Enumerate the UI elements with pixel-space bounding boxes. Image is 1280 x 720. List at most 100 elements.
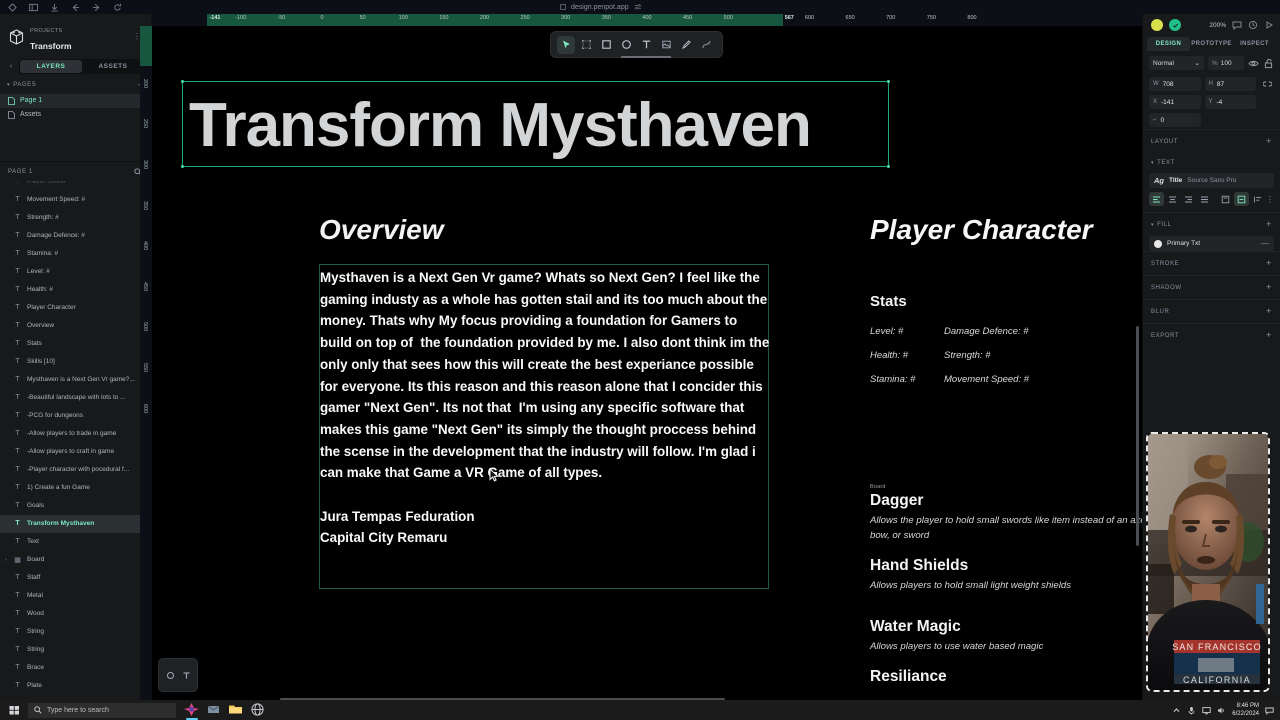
- skill-name[interactable]: Resiliance: [870, 668, 1142, 686]
- layer-item[interactable]: T String: [0, 641, 151, 659]
- stats-heading[interactable]: Stats: [870, 293, 907, 310]
- tab-prototype[interactable]: PROTOTYPE: [1190, 37, 1233, 51]
- stat-label-left[interactable]: Stamina: #: [870, 374, 944, 385]
- path-tool[interactable]: [697, 36, 715, 54]
- volume-icon[interactable]: [1217, 706, 1226, 715]
- play-icon[interactable]: [1264, 20, 1274, 30]
- back-icon[interactable]: [71, 3, 80, 12]
- layer-item[interactable]: T Level: #: [0, 263, 151, 281]
- skill-description[interactable]: Allows players to hold small light weigh…: [870, 579, 1142, 594]
- skill-name[interactable]: Dagger: [870, 492, 1142, 510]
- skill-description[interactable]: Allows players to use water based magic: [870, 640, 1142, 655]
- typography-row[interactable]: Ag Title Source Sans Pro: [1149, 173, 1274, 188]
- board-tool[interactable]: [577, 36, 595, 54]
- tab-assets[interactable]: ASSETS: [82, 60, 144, 73]
- layer-item[interactable]: T 1) Create a fun Game: [0, 479, 151, 497]
- monitor-icon[interactable]: [1202, 706, 1211, 715]
- expand-icon[interactable]: ›: [5, 557, 7, 563]
- browser-tab-info[interactable]: design.penpot.app: [560, 0, 642, 14]
- layer-item[interactable]: T Skills [10]: [0, 353, 151, 371]
- section-text[interactable]: ▾ TEXT: [1143, 153, 1280, 173]
- layer-item[interactable]: T Overview: [0, 317, 151, 335]
- layer-item[interactable]: T String: [0, 623, 151, 641]
- color-swatch[interactable]: [1154, 239, 1162, 248]
- extensions-icon[interactable]: [8, 2, 17, 12]
- canvas-title-text[interactable]: Transform Mysthaven: [189, 90, 812, 161]
- layer-item[interactable]: T Plate: [0, 677, 151, 693]
- layer-item[interactable]: T -Beautiful landscape with lots to ...: [0, 389, 151, 407]
- layer-item[interactable]: T Goals: [0, 497, 151, 515]
- skill-name[interactable]: Water Magic: [870, 618, 1142, 636]
- mic-icon[interactable]: [1187, 706, 1196, 715]
- layer-item[interactable]: T -Player character with pocedural f...: [0, 461, 151, 479]
- tab-design[interactable]: DESIGN: [1147, 37, 1190, 51]
- comments-icon[interactable]: [1232, 20, 1242, 30]
- tab-inspect[interactable]: INSPECT: [1233, 37, 1276, 51]
- sidebar-icon[interactable]: [29, 3, 38, 12]
- download-icon[interactable]: [50, 3, 59, 12]
- layer-item[interactable]: › ▦ Board: [0, 551, 151, 569]
- layer-item[interactable]: T Player Shield: [0, 181, 151, 191]
- section-blur[interactable]: BLUR +: [1143, 299, 1280, 323]
- layer-item[interactable]: T Damage Defence: #: [0, 227, 151, 245]
- align-left-button[interactable]: [1149, 192, 1164, 206]
- align-center-button[interactable]: [1165, 192, 1180, 206]
- canvas-vertical-scrollbar[interactable]: [1136, 326, 1139, 546]
- penpot-logo-icon[interactable]: [8, 28, 24, 45]
- kebab-menu-icon[interactable]: ⋮: [1266, 195, 1274, 204]
- remove-fill-button[interactable]: —: [1261, 239, 1269, 248]
- vertical-align-middle-button[interactable]: [1234, 192, 1250, 206]
- text-direction-button[interactable]: [1250, 192, 1265, 206]
- x-field[interactable]: X -141: [1149, 95, 1201, 109]
- player-character-heading[interactable]: Player Character: [870, 214, 1093, 246]
- layer-item[interactable]: T Player Character: [0, 299, 151, 317]
- ellipse-tool[interactable]: [617, 36, 635, 54]
- resize-handle[interactable]: [181, 165, 184, 168]
- section-shadow[interactable]: SHADOW +: [1143, 275, 1280, 299]
- tab-layers[interactable]: LAYERS: [20, 59, 82, 73]
- width-field[interactable]: W 708: [1149, 77, 1201, 91]
- add-fill-button[interactable]: +: [1266, 220, 1272, 229]
- avatar[interactable]: [1151, 19, 1163, 31]
- align-right-button[interactable]: [1181, 192, 1196, 206]
- resize-handle[interactable]: [887, 80, 890, 83]
- taskbar-app-file-explorer[interactable]: [228, 702, 244, 718]
- y-field[interactable]: Y -4: [1204, 95, 1256, 109]
- taskbar-app-pinwheel[interactable]: [184, 702, 200, 720]
- rectangle-tool[interactable]: [597, 36, 615, 54]
- pen-tool[interactable]: [677, 36, 695, 54]
- layer-item[interactable]: T -PCG for dungeons: [0, 407, 151, 425]
- text-tool[interactable]: [637, 36, 655, 54]
- layer-item[interactable]: T Stats: [0, 335, 151, 353]
- layer-item[interactable]: T Brace: [0, 659, 151, 677]
- move-tool[interactable]: [557, 35, 575, 54]
- unlock-icon[interactable]: [1263, 58, 1274, 69]
- layer-item[interactable]: T Wood: [0, 605, 151, 623]
- blend-mode-select[interactable]: Normal ⌄: [1149, 56, 1204, 70]
- eye-icon[interactable]: [1248, 58, 1259, 69]
- section-fill[interactable]: ▾ FILL +: [1143, 212, 1280, 236]
- stat-label-right[interactable]: Movement Speed: #: [944, 374, 1100, 385]
- overview-body-text[interactable]: Mysthaven is a Next Gen Vr game? Whats s…: [320, 267, 772, 549]
- layer-item[interactable]: T -Allow players to craft in game: [0, 443, 151, 461]
- layer-item[interactable]: T Stamina: #: [0, 245, 151, 263]
- height-field[interactable]: H 87: [1204, 77, 1256, 91]
- taskbar-app-browser[interactable]: [250, 702, 266, 718]
- stat-label-right[interactable]: Strength: #: [944, 350, 1100, 361]
- layers-list[interactable]: T Player Shield T Movement Speed: # T Strengt…: [0, 181, 151, 693]
- layer-item[interactable]: T Movement Speed: #: [0, 191, 151, 209]
- avatar-check[interactable]: [1169, 19, 1181, 31]
- layer-item[interactable]: T Transform Mysthaven: [0, 514, 151, 533]
- chevron-down-icon[interactable]: ▾: [7, 82, 10, 88]
- design-canvas[interactable]: Transform Mysthaven Overview Mysthaven i…: [152, 26, 1142, 704]
- fill-item[interactable]: Primary Txt —: [1149, 236, 1274, 251]
- layer-item[interactable]: T Strength: #: [0, 209, 151, 227]
- add-stroke-button[interactable]: +: [1266, 259, 1272, 268]
- chevron-up-icon[interactable]: [1172, 706, 1181, 715]
- section-export[interactable]: EXPORT +: [1143, 323, 1280, 347]
- stat-label-left[interactable]: Health: #: [870, 350, 944, 361]
- opacity-input[interactable]: % 100: [1208, 56, 1244, 70]
- circle-icon[interactable]: [166, 671, 175, 680]
- layer-item[interactable]: T Staff: [0, 569, 151, 587]
- text-T-icon[interactable]: [182, 671, 191, 680]
